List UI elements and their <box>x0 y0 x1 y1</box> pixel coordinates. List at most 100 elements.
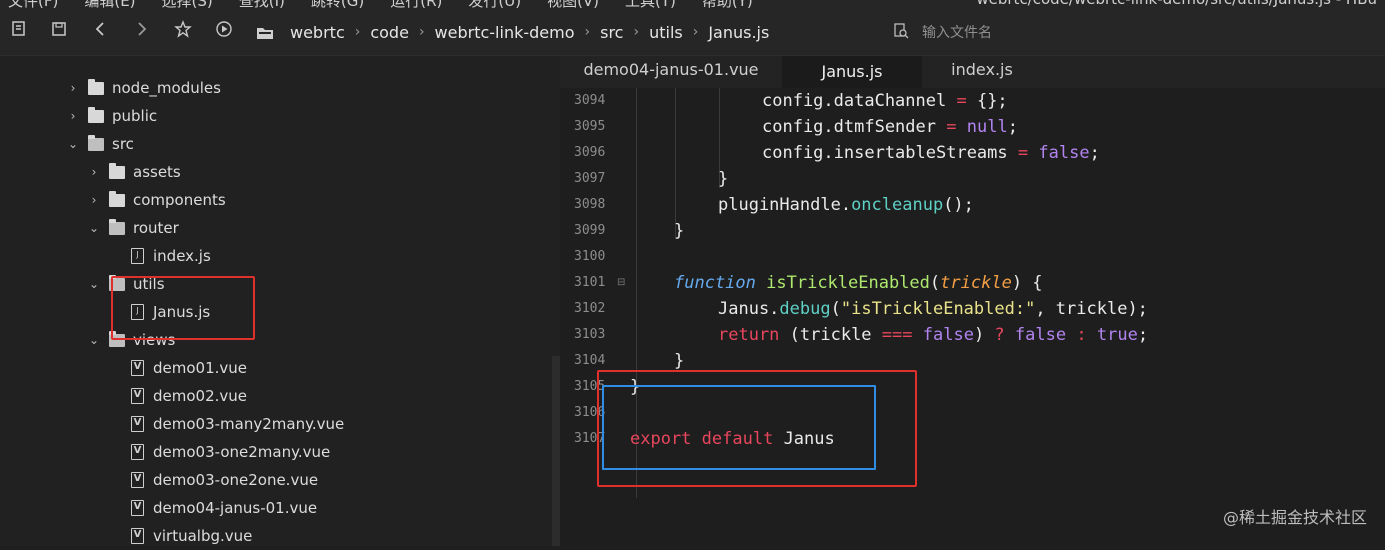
menu-select[interactable]: 选择(S) <box>162 0 213 8</box>
tree-item-components[interactable]: › components <box>87 186 226 214</box>
code-token <box>1005 325 1015 345</box>
menu-file[interactable]: 文件(F) <box>8 0 58 8</box>
folder-icon-svg <box>256 26 274 40</box>
breadcrumb-separator-icon: › <box>687 24 705 40</box>
tab-demo04-janus-01[interactable]: demo04-janus-01.vue <box>560 56 782 88</box>
breadcrumb-src[interactable]: src <box>596 23 627 42</box>
code-token: , trickle); <box>1035 299 1148 319</box>
folder-icon <box>88 82 104 95</box>
tree-item-router[interactable]: ⌄ router <box>87 214 179 242</box>
breadcrumb-utils[interactable]: utils <box>645 23 687 42</box>
code-line-3101[interactable]: function isTrickleEnabled(trickle) { <box>674 270 1043 296</box>
file-search-input[interactable] <box>920 24 1180 42</box>
menu-tools[interactable]: 工具(T) <box>625 0 676 8</box>
fold-toggle-icon[interactable]: ⊟ <box>617 270 625 296</box>
code-token: } <box>674 221 684 241</box>
chevron-right-icon[interactable]: › <box>87 193 101 207</box>
tree-item-router-index-js[interactable]: J index.js <box>131 242 211 270</box>
menu-publish[interactable]: 发行(U) <box>468 0 521 8</box>
tree-item-public[interactable]: › public <box>66 102 157 130</box>
menu-find[interactable]: 查找(I) <box>239 0 285 8</box>
save-icon[interactable] <box>48 20 70 42</box>
code-line-3099[interactable]: } <box>674 218 684 244</box>
tree-item-label: node_modules <box>112 79 221 97</box>
code-line-3094[interactable]: config.dataChannel = {}; <box>762 88 1008 114</box>
code-line-3095[interactable]: config.dtmfSender = null; <box>762 114 1018 140</box>
code-token: config.dataChannel <box>762 91 956 111</box>
menu-run[interactable]: 运行(R) <box>390 0 442 8</box>
tree-item-demo01[interactable]: V demo01.vue <box>131 354 247 382</box>
folder-open-icon <box>109 222 125 235</box>
chevron-right-icon[interactable]: › <box>66 81 80 95</box>
code-token-operator: = <box>1018 143 1028 163</box>
highlight-box-export-inner <box>602 385 876 470</box>
vue-file-icon: V <box>131 360 144 376</box>
new-file-icon[interactable] <box>8 20 30 42</box>
file-search-icon <box>892 22 910 44</box>
tree-item-label: src <box>112 135 134 153</box>
breadcrumb-separator-icon: › <box>413 24 431 40</box>
chevron-right-icon[interactable]: › <box>66 109 80 123</box>
menu-help[interactable]: 帮助(Y) <box>702 0 753 8</box>
back-icon[interactable] <box>90 20 112 42</box>
code-token-parameter: trickle <box>940 273 1012 293</box>
line-number: 3095 <box>574 114 614 140</box>
menu-goto[interactable]: 跳转(G) <box>311 0 364 8</box>
tree-item-assets[interactable]: › assets <box>87 158 181 186</box>
tree-item-demo04-janus-01[interactable]: V demo04-janus-01.vue <box>131 494 317 522</box>
code-line-3096[interactable]: config.insertableStreams = false; <box>762 140 1100 166</box>
folder-icon <box>256 25 274 39</box>
code-line-3097[interactable]: } <box>718 166 728 192</box>
code-token-string: "isTrickleEnabled:" <box>841 299 1035 319</box>
menu-view[interactable]: 视图(V) <box>547 0 599 8</box>
tree-item-label: demo03-many2many.vue <box>153 415 344 433</box>
menu-items: 文件(F) 编辑(E) 选择(S) 查找(I) 跳转(G) 运行(R) 发行(U… <box>0 0 753 8</box>
code-token: } <box>674 351 684 371</box>
line-number: 3097 <box>574 166 614 192</box>
editor-tabs: demo04-janus-01.vue Janus.js index.js <box>560 56 1385 88</box>
tab-janus-js[interactable]: Janus.js <box>782 56 922 88</box>
tree-item-demo03-one2many[interactable]: V demo03-one2many.vue <box>131 438 330 466</box>
chevron-down-icon[interactable]: ⌄ <box>87 277 101 291</box>
code-token-keyword: function <box>674 273 756 293</box>
code-token-method: debug <box>779 299 830 319</box>
code-token: (trickle <box>779 325 881 345</box>
save-icon-svg <box>50 20 68 38</box>
window-title: webrtc/code/webrtc-link-demo/src/utils/J… <box>976 0 1377 8</box>
indent-guide <box>675 88 676 238</box>
tree-item-label: public <box>112 107 157 125</box>
star-icon[interactable] <box>172 20 194 42</box>
breadcrumb-code[interactable]: code <box>366 23 413 42</box>
code-token-boolean: false <box>1038 143 1089 163</box>
chevron-down-icon[interactable]: ⌄ <box>66 137 80 151</box>
tree-item-demo02[interactable]: V demo02.vue <box>131 382 247 410</box>
vue-file-icon: V <box>131 416 144 432</box>
menu-edit[interactable]: 编辑(E) <box>84 0 135 8</box>
folder-icon <box>109 166 125 179</box>
chevron-right-icon[interactable]: › <box>87 165 101 179</box>
tree-item-label: demo01.vue <box>153 359 247 377</box>
breadcrumb-webrtc[interactable]: webrtc <box>286 23 349 42</box>
tab-index-js[interactable]: index.js <box>922 56 1042 88</box>
tree-item-demo03-one2one[interactable]: V demo03-one2one.vue <box>131 466 318 494</box>
code-line-3098[interactable]: pluginHandle.oncleanup(); <box>718 192 974 218</box>
breadcrumb-webrtc-link-demo[interactable]: webrtc-link-demo <box>431 23 579 42</box>
code-token <box>1066 325 1076 345</box>
code-line-3103[interactable]: return (trickle === false) ? false : tru… <box>718 322 1148 348</box>
run-icon[interactable] <box>213 20 235 42</box>
tree-item-demo03-many2many[interactable]: V demo03-many2many.vue <box>131 410 344 438</box>
sidebar-scrollbar[interactable] <box>552 356 560 546</box>
code-token-operator: ? <box>994 325 1004 345</box>
vue-file-icon: V <box>131 388 144 404</box>
tree-item-src[interactable]: ⌄ src <box>66 130 134 158</box>
breadcrumb-janus-js[interactable]: Janus.js <box>704 23 773 42</box>
file-search-icon-svg <box>892 22 910 40</box>
chevron-down-icon[interactable]: ⌄ <box>87 221 101 235</box>
code-line-3102[interactable]: Janus.debug("isTrickleEnabled:", trickle… <box>718 296 1148 322</box>
file-explorer: › node_modules › public ⌄ src › assets ›… <box>0 56 560 546</box>
forward-icon[interactable] <box>131 20 153 42</box>
chevron-down-icon[interactable]: ⌄ <box>87 333 101 347</box>
vue-file-icon: V <box>131 472 144 488</box>
tree-item-node-modules[interactable]: › node_modules <box>66 74 221 102</box>
line-number: 3094 <box>574 88 614 114</box>
